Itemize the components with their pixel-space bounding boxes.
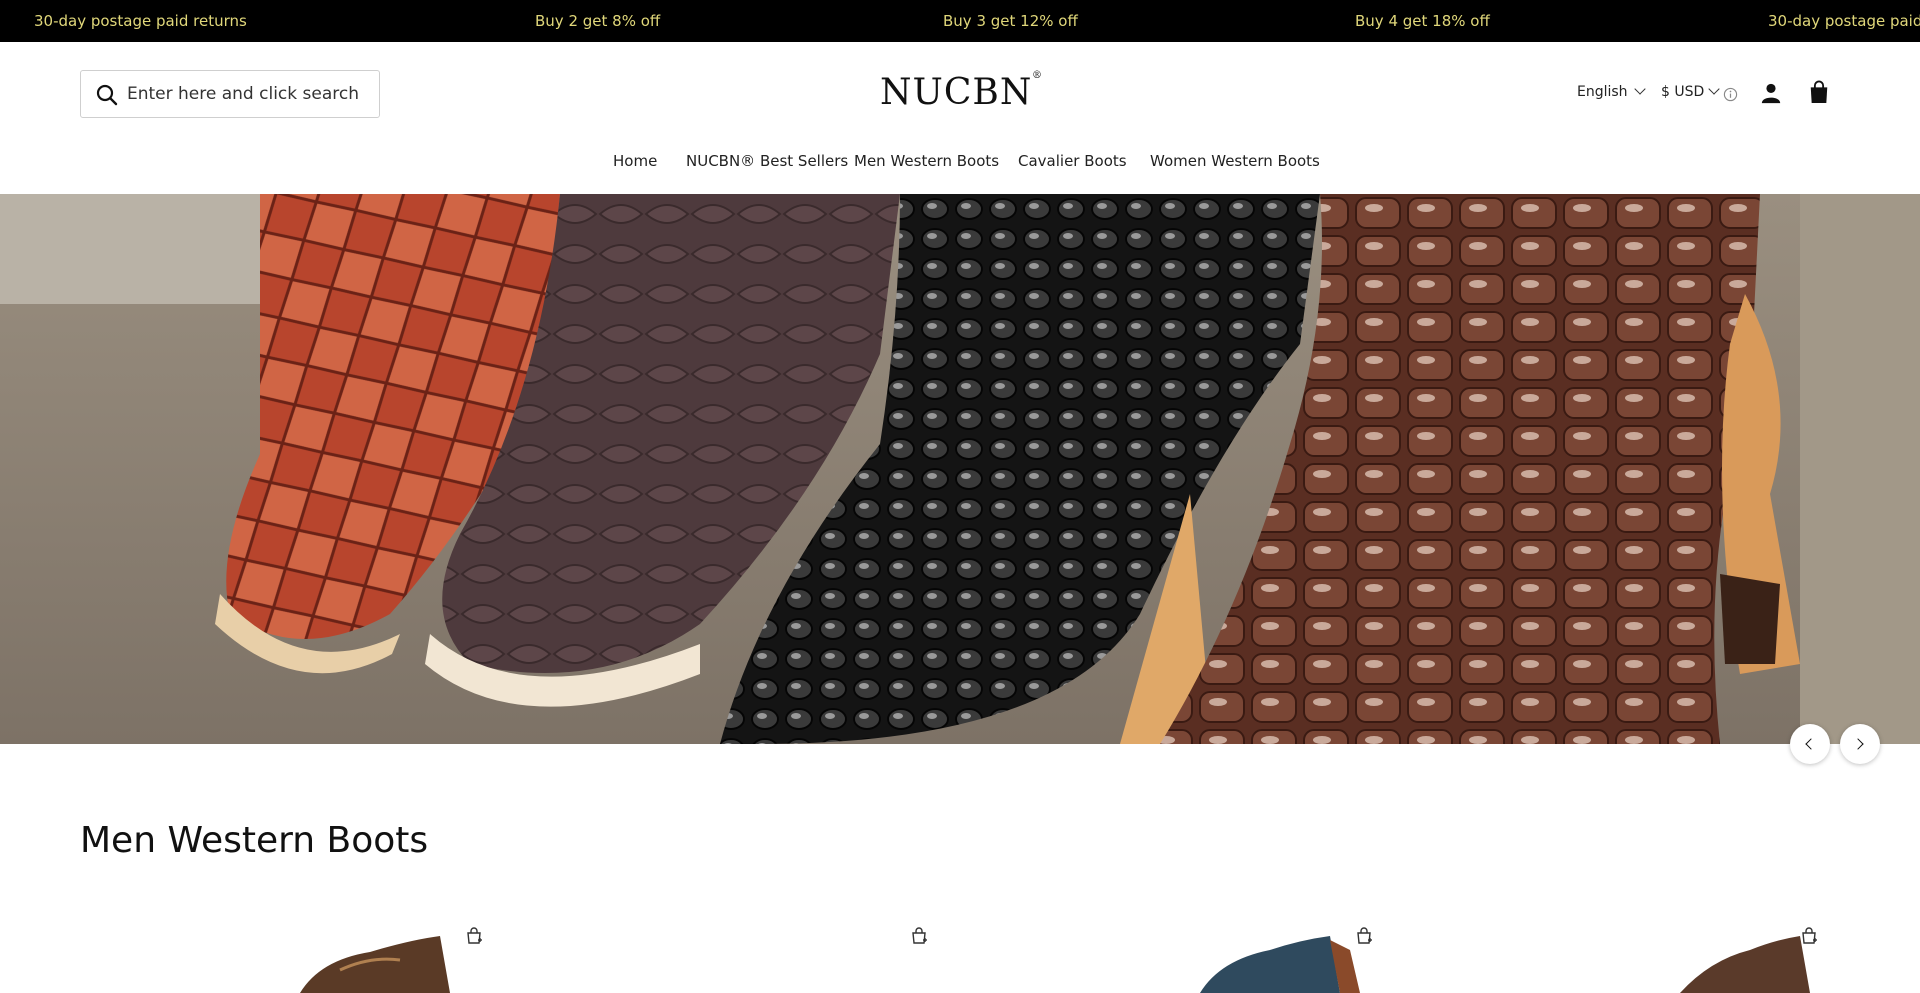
nav-item-cavalier-boots[interactable]: Cavalier Boots [1018, 152, 1127, 170]
product-image[interactable] [280, 930, 450, 993]
search-icon[interactable] [95, 83, 119, 107]
product-image[interactable] [1670, 930, 1810, 993]
nav-item-women-western-boots[interactable]: Women Western Boots [1150, 152, 1320, 170]
info-icon[interactable] [1723, 87, 1738, 102]
site-logo[interactable]: NUCBN ® [880, 70, 1050, 122]
nav-item-home[interactable]: Home [613, 152, 657, 170]
logo-text: NUCBN [880, 72, 1033, 113]
announcement-item: 30-day postage paid returns [1768, 12, 1920, 30]
currency-selector[interactable]: $ USD [1661, 83, 1720, 100]
language-label: English [1577, 84, 1628, 100]
add-to-cart-icon[interactable] [909, 926, 929, 946]
chevron-left-icon [1805, 738, 1817, 750]
search-box[interactable] [80, 70, 380, 118]
carousel-next-button[interactable] [1840, 724, 1880, 764]
announcement-bar: 30-day postage paid returns Buy 2 get 8%… [0, 0, 1920, 42]
hero-banner[interactable] [0, 194, 1920, 744]
shopping-bag-icon[interactable] [1808, 80, 1830, 104]
carousel-prev-button[interactable] [1790, 724, 1830, 764]
nav-item-men-western-boots[interactable]: Men Western Boots [854, 152, 999, 170]
nav-item-best-sellers[interactable]: NUCBN® Best Sellers [686, 152, 848, 170]
announcement-item: Buy 3 get 12% off [943, 12, 1078, 30]
logo-registered-mark: ® [1032, 70, 1043, 81]
chevron-right-icon [1852, 738, 1864, 750]
chevron-down-icon [1708, 83, 1720, 95]
add-to-cart-icon[interactable] [464, 926, 484, 946]
announcement-item: Buy 4 get 18% off [1355, 12, 1490, 30]
announcement-item: Buy 2 get 8% off [535, 12, 661, 30]
product-image[interactable] [1190, 930, 1360, 993]
chevron-down-icon [1633, 83, 1646, 95]
hero-boots-image [0, 194, 1920, 744]
section-title: Men Western Boots [80, 820, 429, 861]
site-header: NUCBN ® English $ USD Home NUCBN® Best S… [0, 42, 1920, 194]
account-icon[interactable] [1760, 82, 1782, 104]
currency-label: $ USD [1661, 84, 1705, 100]
language-selector[interactable]: English [1577, 83, 1646, 100]
search-input[interactable] [127, 77, 367, 111]
announcement-item: 30-day postage paid returns [34, 12, 247, 30]
